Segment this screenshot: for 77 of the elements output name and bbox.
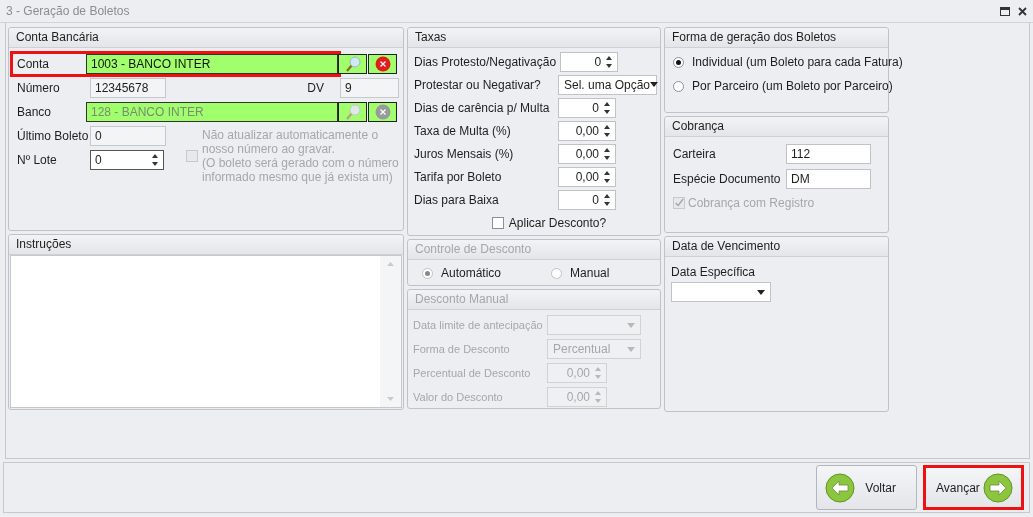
close-icon[interactable] <box>1018 6 1027 16</box>
field-label: Percentual de Desconto <box>413 367 532 379</box>
field-label: Data limite de antecipação <box>413 319 544 331</box>
group-title: Controle de Desconto <box>408 240 660 260</box>
spin-arrows-icon[interactable] <box>603 169 611 184</box>
group-title: Cobrança <box>665 117 888 137</box>
field-label: Número <box>16 81 61 95</box>
spin-field[interactable]: 0,00 <box>558 120 616 141</box>
checkbox-label: Não atualizar automaticamente o nosso número ao gravar. <box>202 128 380 156</box>
clear-button[interactable] <box>368 102 397 122</box>
dropdown-field[interactable] <box>547 315 641 335</box>
text-field[interactable]: 0 <box>90 126 166 146</box>
window-title: 3 - Geração de Boletos <box>6 4 130 18</box>
field-label: Dias de carência p/ Multa <box>414 100 551 115</box>
field-label: DV <box>306 81 325 95</box>
checkbox-label: Cobrança com Registro <box>688 196 815 210</box>
field-label: Conta <box>16 57 51 71</box>
search-icon <box>343 55 362 73</box>
field-label: Tarifa por Boleto <box>414 169 503 184</box>
close-icon <box>374 104 391 120</box>
spin-field[interactable]: 0 <box>558 97 616 118</box>
field-label: Dias Protesto/Negativação <box>414 54 557 69</box>
text-field[interactable]: 12345678 <box>90 78 166 98</box>
group-title: Instruções <box>9 235 403 255</box>
field-label: Espécie Documento <box>673 171 782 186</box>
field-label: Valor do Desconto <box>413 391 504 403</box>
group-title: Desconto Manual <box>408 290 660 310</box>
spin-field[interactable]: 0 <box>90 150 164 170</box>
radio-label: Por Parceiro (um Boleto por Parceiro) <box>692 79 893 93</box>
field-label: Forma de Desconto <box>413 343 511 355</box>
spin-field[interactable]: 0 <box>558 189 616 210</box>
caret-icon[interactable] <box>757 289 765 295</box>
radio-label: Manual <box>570 266 610 280</box>
back-button[interactable]: Voltar <box>816 465 917 510</box>
group-title: Data de Vencimento <box>665 237 888 257</box>
search-button[interactable] <box>338 102 367 122</box>
radio-button[interactable] <box>673 80 684 92</box>
checkbox[interactable] <box>491 217 504 229</box>
field-label: Banco <box>16 105 53 119</box>
spin-arrows-icon[interactable] <box>603 146 611 161</box>
search-icon <box>343 103 362 121</box>
radio-label: Automático <box>441 266 502 280</box>
radio-button[interactable] <box>673 56 684 68</box>
caret-icon[interactable] <box>650 82 659 87</box>
spin-field[interactable]: 0,00 <box>558 166 616 187</box>
spin-arrows-icon[interactable] <box>603 100 611 115</box>
checkbox-label: Aplicar Desconto? <box>508 216 607 230</box>
spin-field[interactable]: 0,00 <box>558 143 616 164</box>
text-field[interactable]: DM <box>786 168 871 189</box>
field-label: Data Específica <box>671 265 757 279</box>
radio-label: Individual (um Boleto para cada Fatura) <box>692 55 903 69</box>
field-label: Protestar ou Negativar? <box>414 77 542 92</box>
field-label: Nº Lote <box>16 153 58 167</box>
field-label: Taxa de Multa (%) <box>414 123 512 138</box>
spin-field[interactable]: 0 <box>560 51 619 72</box>
text-field[interactable]: 9 <box>340 78 399 98</box>
group-title: Conta Bancária <box>9 28 403 48</box>
field-label: Último Boleto <box>16 129 90 143</box>
checkbox-label: (O boleto será gerado com o número informado mesmo que já exista um) <box>202 156 400 184</box>
dropdown-field[interactable] <box>671 282 771 302</box>
clear-button[interactable] <box>368 54 397 74</box>
lookup-field[interactable]: 1003 - BANCO INTER <box>86 54 338 74</box>
spin-arrows-icon[interactable] <box>151 153 159 167</box>
next-button[interactable]: Avançar <box>923 465 1024 510</box>
group-title: Forma de geração dos Boletos <box>665 28 888 48</box>
text-field[interactable]: 112 <box>786 143 871 164</box>
search-button[interactable] <box>338 54 367 74</box>
spin-arrows-icon[interactable] <box>605 54 614 69</box>
spin-arrows-icon[interactable] <box>603 123 611 138</box>
restore-icon[interactable] <box>1000 6 1010 16</box>
dropdown-field[interactable]: Sel. uma Opção <box>558 74 657 95</box>
field-label: Carteira <box>673 146 717 161</box>
spin-arrows-icon[interactable] <box>603 192 611 207</box>
field-label: Dias para Baixa <box>414 192 500 207</box>
field-label: Juros Mensais (%) <box>414 146 515 161</box>
close-icon <box>374 56 391 72</box>
group-title: Taxas <box>408 28 660 48</box>
